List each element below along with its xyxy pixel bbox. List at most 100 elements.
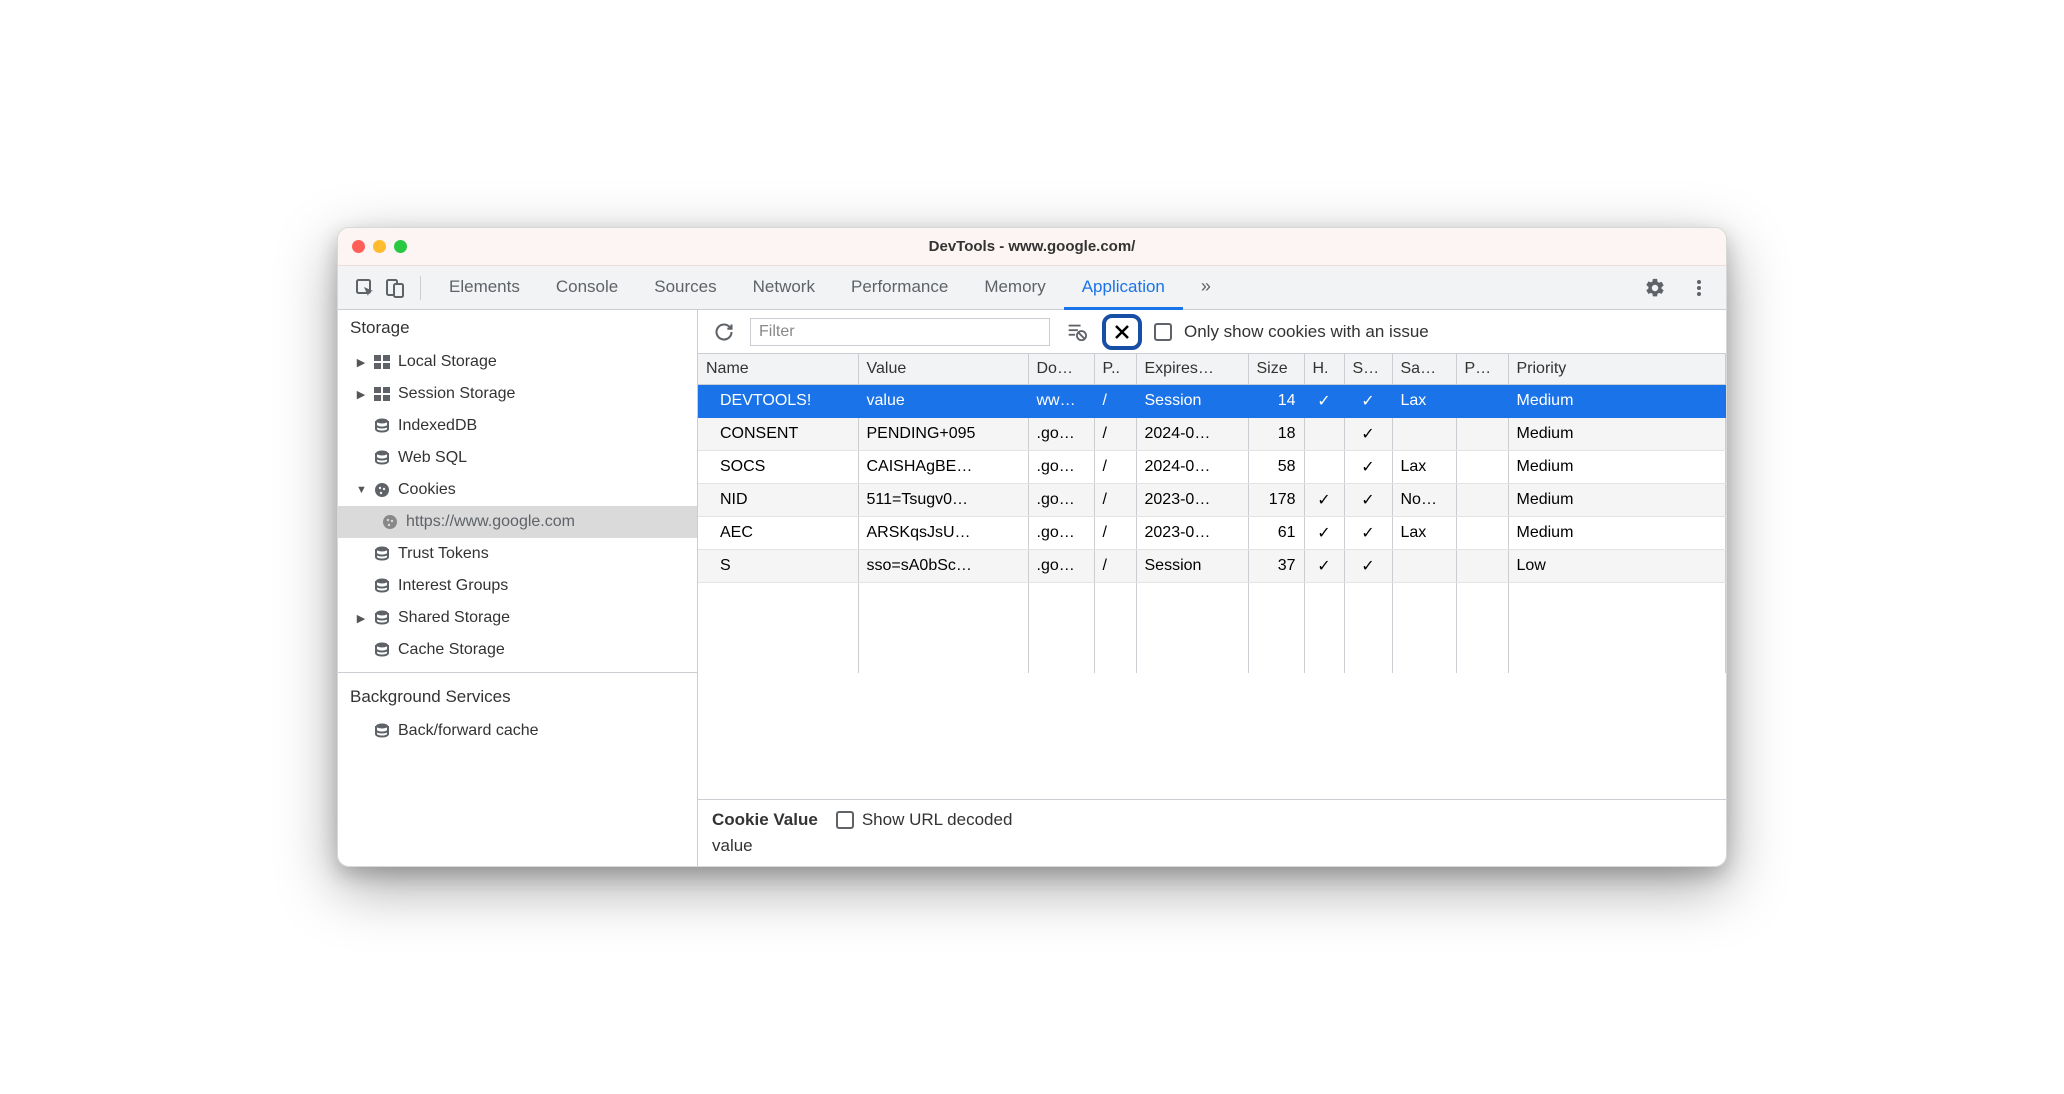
collapse-arrow-icon: ▼ — [356, 484, 366, 496]
column-header[interactable]: S… — [1344, 354, 1392, 385]
clear-all-icon[interactable] — [1062, 318, 1090, 346]
settings-icon[interactable] — [1640, 273, 1670, 303]
column-header[interactable]: Priority — [1508, 354, 1726, 385]
window-controls — [352, 240, 407, 253]
cell-size: 178 — [1248, 484, 1304, 517]
table-row[interactable]: Ssso=sA0bSc….go…/Session37✓✓Low — [698, 550, 1726, 583]
device-toolbar-icon[interactable] — [380, 273, 410, 303]
devtools-window: DevTools - www.google.com/ ElementsConso… — [337, 227, 1727, 867]
column-header[interactable]: H. — [1304, 354, 1344, 385]
tab-performance[interactable]: Performance — [833, 266, 966, 310]
cookies-toolbar: Only show cookies with an issue — [698, 310, 1726, 354]
sidebar-item-cookie-origin[interactable]: https://www.google.com — [338, 506, 697, 538]
cell-path: / — [1094, 550, 1136, 583]
table-row[interactable]: CONSENTPENDING+095.go…/2024-0…18✓Medium — [698, 418, 1726, 451]
cell-size: 37 — [1248, 550, 1304, 583]
column-header[interactable]: P.. — [1094, 354, 1136, 385]
cell-domain: .go… — [1028, 550, 1094, 583]
cell-name: S — [698, 550, 858, 583]
table-row[interactable]: DEVTOOLS!valueww…/Session14✓✓LaxMedium — [698, 385, 1726, 418]
tab-console[interactable]: Console — [538, 266, 636, 310]
column-header[interactable]: Do… — [1028, 354, 1094, 385]
more-tabs-button[interactable]: » — [1183, 266, 1229, 310]
cell-samesite: Lax — [1392, 385, 1456, 418]
tab-application[interactable]: Application — [1064, 266, 1183, 310]
sidebar-item-label: Session Storage — [398, 385, 515, 403]
cookie-value-label: Cookie Value — [712, 810, 818, 830]
sidebar-divider — [338, 672, 697, 673]
expand-arrow-icon: ▶ — [356, 612, 366, 625]
sidebar-item-web-sql[interactable]: Web SQL — [338, 442, 697, 474]
sidebar-item-interest-groups[interactable]: Interest Groups — [338, 570, 697, 602]
cell-secure: ✓ — [1344, 517, 1392, 550]
maximize-window-button[interactable] — [394, 240, 407, 253]
devtools-tabs: ElementsConsoleSourcesNetworkPerformance… — [338, 266, 1726, 310]
cell-expires: Session — [1136, 385, 1248, 418]
tab-network[interactable]: Network — [735, 266, 833, 310]
tab-memory[interactable]: Memory — [966, 266, 1063, 310]
sidebar-item-cookies[interactable]: ▼ Cookies — [338, 474, 697, 506]
show-url-decoded-checkbox[interactable] — [836, 811, 854, 829]
only-issues-checkbox[interactable] — [1154, 323, 1172, 341]
cell-priority: Low — [1508, 550, 1726, 583]
cell-name: DEVTOOLS! — [698, 385, 858, 418]
close-window-button[interactable] — [352, 240, 365, 253]
cell-domain: .go… — [1028, 517, 1094, 550]
refresh-icon[interactable] — [710, 318, 738, 346]
cell-size: 58 — [1248, 451, 1304, 484]
cell-name: NID — [698, 484, 858, 517]
cell-size: 14 — [1248, 385, 1304, 418]
sidebar-item-label: Cookies — [398, 481, 456, 499]
cell-expires: Session — [1136, 550, 1248, 583]
sidebar-item-shared-storage[interactable]: ▶ Shared Storage — [338, 602, 697, 634]
table-row[interactable]: SOCSCAISHAgBE….go…/2024-0…58✓LaxMedium — [698, 451, 1726, 484]
cookie-icon — [380, 514, 400, 530]
table-row-empty — [698, 613, 1726, 643]
cell-samesite: Lax — [1392, 451, 1456, 484]
database-icon — [372, 723, 392, 739]
cell-size: 61 — [1248, 517, 1304, 550]
cell-value: 511=Tsugv0… — [858, 484, 1028, 517]
sidebar-item-session-storage[interactable]: ▶ Session Storage — [338, 378, 697, 410]
column-header[interactable]: P… — [1456, 354, 1508, 385]
cell-http: ✓ — [1304, 484, 1344, 517]
minimize-window-button[interactable] — [373, 240, 386, 253]
tab-elements[interactable]: Elements — [431, 266, 538, 310]
cell-secure: ✓ — [1344, 385, 1392, 418]
sidebar-item-label: Trust Tokens — [398, 545, 489, 563]
column-header[interactable]: Expires… — [1136, 354, 1248, 385]
only-issues-label: Only show cookies with an issue — [1184, 322, 1429, 342]
delete-cookie-button[interactable] — [1102, 314, 1142, 350]
more-options-icon[interactable] — [1684, 273, 1714, 303]
sidebar-item-label: IndexedDB — [398, 417, 477, 435]
cookies-table[interactable]: NameValueDo…P..Expires…SizeH.S…Sa…P…Prio… — [698, 354, 1726, 800]
cell-name: AEC — [698, 517, 858, 550]
cell-priority: Medium — [1508, 517, 1726, 550]
tab-sources[interactable]: Sources — [636, 266, 734, 310]
application-sidebar: Storage ▶ Local Storage ▶ Session Storag… — [338, 310, 698, 866]
sidebar-item-bf-cache[interactable]: Back/forward cache — [338, 715, 697, 747]
cell-secure: ✓ — [1344, 451, 1392, 484]
filter-input[interactable] — [750, 318, 1050, 346]
grid-icon — [372, 355, 392, 369]
column-header[interactable]: Name — [698, 354, 858, 385]
sidebar-item-local-storage[interactable]: ▶ Local Storage — [338, 346, 697, 378]
cell-http: ✓ — [1304, 385, 1344, 418]
inspect-element-icon[interactable] — [350, 273, 380, 303]
sidebar-item-cache-storage[interactable]: Cache Storage — [338, 634, 697, 666]
sidebar-item-label: Web SQL — [398, 449, 467, 467]
table-row[interactable]: NID511=Tsugv0….go…/2023-0…178✓✓No…Medium — [698, 484, 1726, 517]
main-area: Storage ▶ Local Storage ▶ Session Storag… — [338, 310, 1726, 866]
column-header[interactable]: Sa… — [1392, 354, 1456, 385]
column-header[interactable]: Size — [1248, 354, 1304, 385]
cell-samesite: No… — [1392, 484, 1456, 517]
cell-http: ✓ — [1304, 517, 1344, 550]
table-row[interactable]: AECARSKqsJsU….go…/2023-0…61✓✓LaxMedium — [698, 517, 1726, 550]
background-services-heading: Background Services — [338, 679, 697, 715]
sidebar-item-label: Cache Storage — [398, 641, 505, 659]
database-icon — [372, 578, 392, 594]
column-header[interactable]: Value — [858, 354, 1028, 385]
sidebar-item-indexeddb[interactable]: IndexedDB — [338, 410, 697, 442]
database-icon — [372, 610, 392, 626]
sidebar-item-trust-tokens[interactable]: Trust Tokens — [338, 538, 697, 570]
